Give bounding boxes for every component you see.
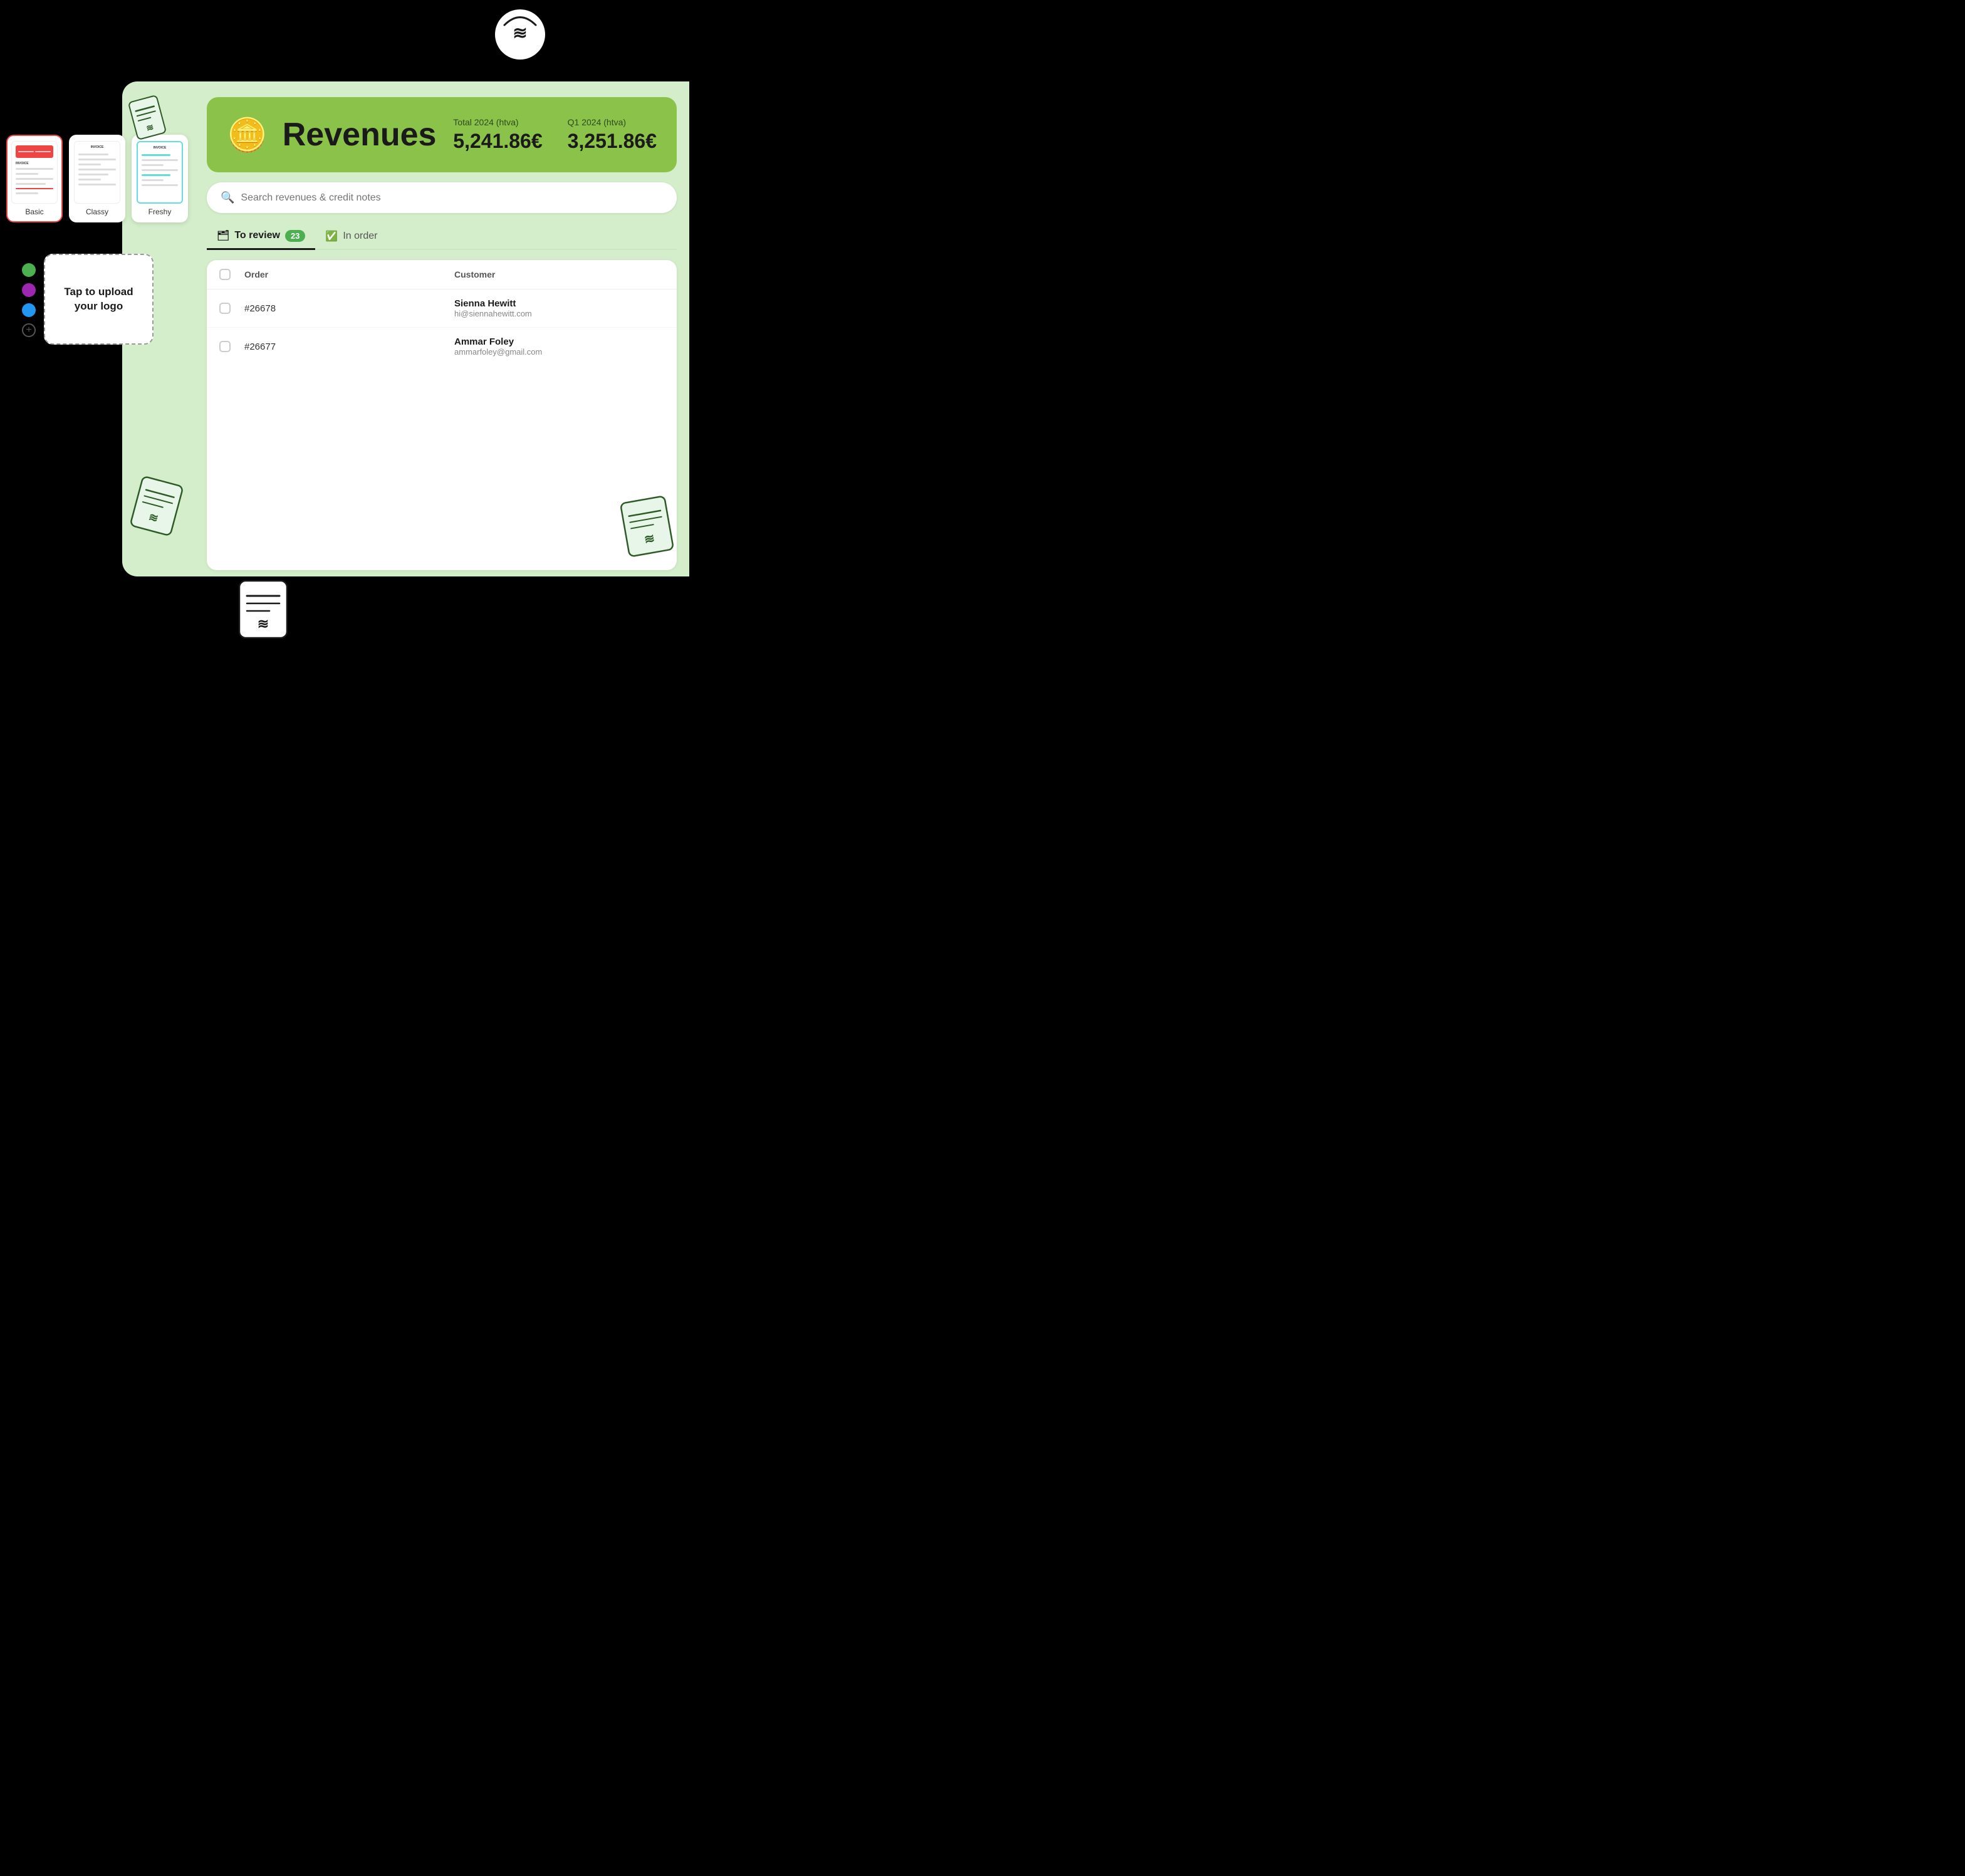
revenue-header: 🪙 Revenues Total 2024 (htva) 5,241.86€ Q… <box>207 97 677 172</box>
order-number-0: #26678 <box>244 303 454 314</box>
template-preview-classy: INVOICE <box>74 141 120 204</box>
table-row: #26677 Ammar Foley ammarfoley@gmail.com <box>207 328 677 365</box>
color-dot-blue[interactable] <box>22 303 36 317</box>
row-checkbox-0[interactable] <box>219 303 231 314</box>
stat-total-label: Total 2024 (htva) <box>453 117 542 127</box>
template-label-classy: Classy <box>86 207 108 216</box>
customer-cell-0: Sienna Hewitt hi@siennahewitt.com <box>454 298 664 318</box>
deco-top-icon: ≋ <box>492 6 548 66</box>
table-row: #26678 Sienna Hewitt hi@siennahewitt.com <box>207 289 677 328</box>
template-card-classy[interactable]: INVOICE Classy <box>69 135 125 222</box>
tab-to-review[interactable]: 🗂 To review 23 <box>207 223 315 250</box>
coins-icon: 🪙 <box>227 116 268 154</box>
tab-in-order[interactable]: ✅ In order <box>315 224 387 249</box>
tab-in-order-label: In order <box>343 231 377 242</box>
tabs-container: 🗂 To review 23 ✅ In order <box>207 223 677 250</box>
search-bar: 🔍 <box>207 182 677 213</box>
tab-to-review-badge: 23 <box>285 230 305 242</box>
customer-name-1: Ammar Foley <box>454 336 664 347</box>
search-input[interactable] <box>241 192 663 204</box>
color-dot-purple[interactable] <box>22 283 36 297</box>
revenue-title: Revenues <box>283 116 439 154</box>
col-header-customer: Customer <box>454 269 664 279</box>
svg-text:≋: ≋ <box>258 616 269 632</box>
revenue-stats: Total 2024 (htva) 5,241.86€ Q1 2024 (htv… <box>453 117 657 153</box>
customer-email-1: ammarfoley@gmail.com <box>454 347 664 357</box>
stat-q1-2024: Q1 2024 (htva) 3,251.86€ <box>568 117 657 153</box>
customer-cell-1: Ammar Foley ammarfoley@gmail.com <box>454 336 664 357</box>
col-header-order: Order <box>244 269 454 279</box>
svg-text:≋: ≋ <box>513 23 527 43</box>
invoices-table: Order Customer #26678 Sienna Hewitt hi@s… <box>207 260 677 570</box>
template-card-freshy[interactable]: INVOICE Freshy <box>132 135 188 222</box>
order-number-1: #26677 <box>244 341 454 352</box>
tab-in-order-icon: ✅ <box>325 230 338 242</box>
preview-invoice-text-classy: INVOICE <box>78 145 116 149</box>
search-icon: 🔍 <box>221 191 234 204</box>
stat-total-value: 5,241.86€ <box>453 130 542 153</box>
svg-text:≋: ≋ <box>643 531 655 547</box>
template-card-basic[interactable]: INVOICE Basic <box>6 135 63 222</box>
upload-logo-label: Tap to upload your logo <box>45 279 152 319</box>
tab-to-review-label: To review <box>234 230 280 241</box>
add-color-button[interactable]: + <box>22 323 36 337</box>
stat-q1-label: Q1 2024 (htva) <box>568 117 657 127</box>
template-preview-freshy: INVOICE <box>137 141 183 204</box>
table-select-all-checkbox[interactable] <box>219 269 231 280</box>
preview-header-red <box>16 145 53 158</box>
customer-email-0: hi@siennahewitt.com <box>454 309 664 318</box>
preview-invoice-text-freshy: INVOICE <box>142 146 178 150</box>
template-label-freshy: Freshy <box>149 207 172 216</box>
template-label-basic: Basic <box>25 207 43 216</box>
customer-name-0: Sienna Hewitt <box>454 298 664 309</box>
upload-logo-box[interactable]: Tap to upload your logo <box>44 254 154 345</box>
tab-to-review-icon: 🗂 <box>217 229 229 242</box>
color-dot-green[interactable] <box>22 263 36 277</box>
stat-total-2024: Total 2024 (htva) 5,241.86€ <box>453 117 542 153</box>
template-cards-container: INVOICE Basic INVOICE Classy INVOICE <box>6 135 188 222</box>
row-checkbox-1[interactable] <box>219 341 231 352</box>
content-area: 🪙 Revenues Total 2024 (htva) 5,241.86€ Q… <box>207 97 677 570</box>
deco-paper-bottom-center: ≋ <box>238 580 288 639</box>
template-preview-basic: INVOICE <box>11 141 58 204</box>
deco-paper-bottom-right: ≋ <box>619 494 675 558</box>
preview-invoice-text: INVOICE <box>16 162 53 165</box>
color-dots-container: + <box>22 263 36 337</box>
stat-q1-value: 3,251.86€ <box>568 130 657 153</box>
table-header: Order Customer <box>207 260 677 289</box>
